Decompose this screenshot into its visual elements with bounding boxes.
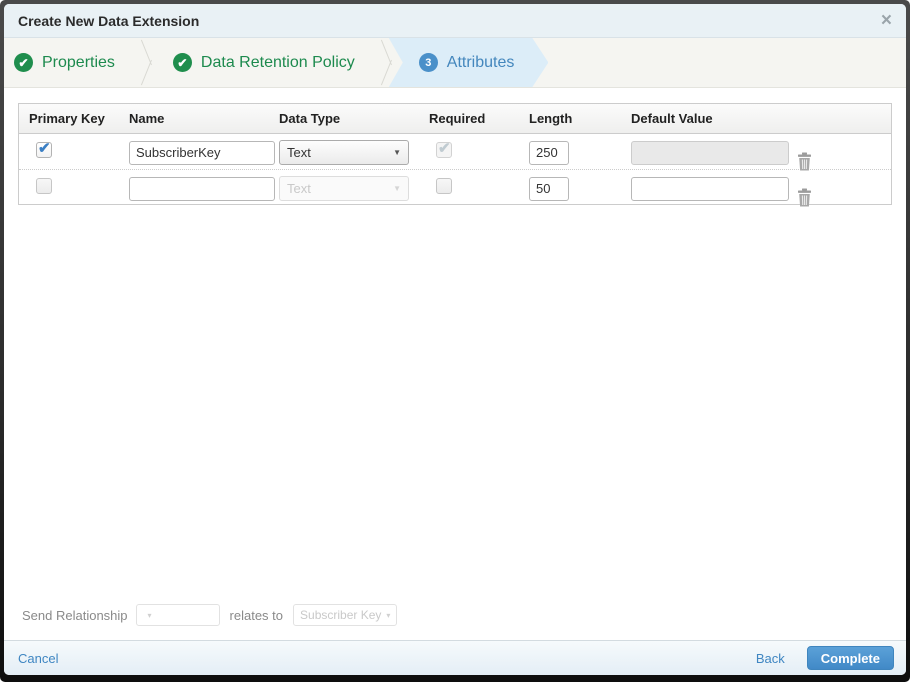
data-type-dropdown[interactable]: Text ▼ (279, 140, 409, 165)
primary-key-checkbox[interactable] (36, 178, 52, 194)
create-data-extension-modal: Create New Data Extension × ✔ Properties… (4, 4, 906, 675)
modal-footer: Cancel Back Complete (4, 640, 906, 675)
length-input[interactable] (529, 176, 569, 201)
col-header-default-value: Default Value (631, 111, 713, 126)
chevron-down-icon: ▾ (386, 610, 391, 620)
chevron-down-icon: ▼ (393, 148, 401, 157)
col-header-required: Required (429, 111, 486, 126)
modal-title: Create New Data Extension (18, 12, 200, 29)
step-separator-chevron (140, 38, 163, 87)
step-number-badge: 3 (419, 53, 438, 72)
step-attributes-label: Attributes (446, 53, 515, 71)
step-data-retention-policy[interactable]: ✔ Data Retention Policy (163, 38, 381, 87)
chevron-down-icon: ▾ (147, 610, 152, 620)
wizard-steps: ✔ Properties ✔ Data Retention Policy 3 A… (4, 38, 906, 88)
subscriber-key-value: Subscriber Key (300, 608, 382, 622)
attribute-row: Text ▼ (19, 169, 891, 207)
delete-row-icon[interactable] (796, 152, 891, 171)
send-relationship-row: Send Relationship ▾ relates to Subscribe… (18, 604, 892, 640)
col-header-data-type: Data Type (279, 111, 341, 126)
chevron-down-icon: ▼ (393, 184, 401, 193)
data-type-value: Text (287, 145, 311, 160)
subscriber-key-dropdown: Subscriber Key ▾ (293, 604, 398, 626)
relates-to-label: relates to (229, 607, 284, 623)
attribute-name-input[interactable] (129, 140, 275, 165)
default-value-input (631, 140, 789, 165)
attributes-table-header: Primary Key Name Data Type Required Leng… (19, 104, 891, 134)
complete-button[interactable]: Complete (806, 646, 894, 670)
length-input[interactable] (529, 140, 569, 165)
attribute-name-input[interactable] (129, 176, 275, 201)
step-complete-check-icon: ✔ (172, 53, 192, 72)
modal-titlebar: Create New Data Extension × (4, 4, 906, 38)
primary-key-checkbox[interactable]: ✔ (36, 140, 52, 158)
send-relationship-field-dropdown: ▾ (135, 604, 220, 626)
back-link[interactable]: Back (756, 651, 785, 666)
col-header-name: Name (129, 111, 165, 126)
step-complete-check-icon: ✔ (14, 53, 33, 72)
default-value-input[interactable] (631, 176, 789, 201)
close-icon[interactable]: × (881, 11, 892, 30)
cancel-link[interactable]: Cancel (18, 651, 58, 666)
step-attributes[interactable]: 3 Attributes (389, 38, 549, 87)
modal-body: Primary Key Name Data Type Required Leng… (4, 88, 906, 640)
step-properties[interactable]: ✔ Properties (4, 38, 141, 87)
step-data-retention-label: Data Retention Policy (200, 53, 355, 71)
required-checkbox[interactable] (436, 178, 452, 194)
checkbox-check-icon: ✔ (38, 140, 51, 157)
data-type-value: Text (287, 181, 311, 196)
attribute-row: ✔ Text ▼ ✔ (19, 134, 891, 171)
col-header-primary-key: Primary Key (29, 111, 105, 126)
data-type-dropdown: Text ▼ (279, 176, 409, 201)
checkbox-check-icon: ✔ (438, 140, 451, 157)
col-header-length: Length (529, 111, 573, 126)
attributes-table: Primary Key Name Data Type Required Leng… (18, 103, 892, 207)
required-checkbox: ✔ (436, 140, 452, 158)
step-properties-label: Properties (42, 53, 115, 71)
modal-frame: Create New Data Extension × ✔ Properties… (0, 0, 910, 682)
send-relationship-label: Send Relationship (22, 607, 128, 623)
